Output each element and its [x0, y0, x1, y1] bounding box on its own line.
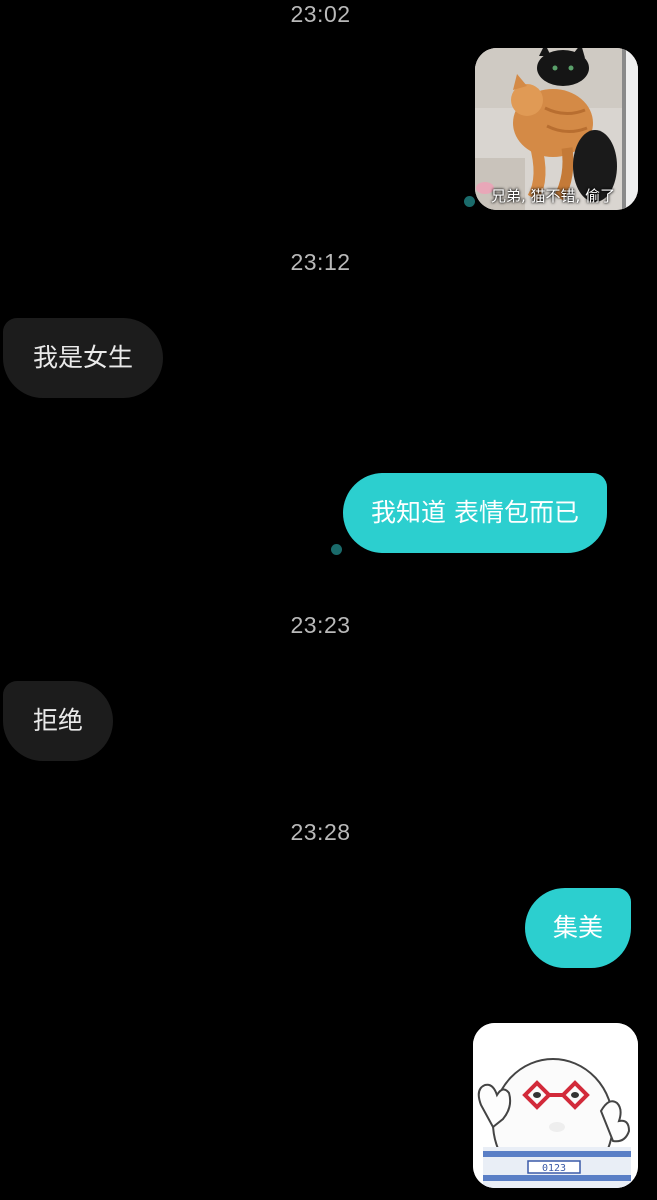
sent-message-bubble[interactable]: 我知道 表情包而已: [343, 473, 607, 553]
read-status-dot: [331, 544, 342, 555]
image-caption: 兄弟, 猫不错, 偷了: [491, 187, 616, 205]
timestamp: 23:23: [290, 612, 351, 638]
timestamp: 23:12: [290, 249, 351, 275]
sent-message-bubble[interactable]: 集美: [525, 888, 632, 968]
sent-image-message[interactable]: 0123: [473, 1023, 638, 1188]
read-status-dot: [464, 196, 475, 207]
received-message-bubble[interactable]: 我是女生: [3, 318, 164, 398]
timestamp: 23:28: [290, 819, 351, 845]
sent-image-message[interactable]: 兄弟, 猫不错, 偷了: [475, 48, 638, 210]
timestamp: 23:02: [290, 1, 351, 27]
cup-label: 0123: [542, 1163, 566, 1174]
glasses-meme-image: 0123: [473, 1023, 638, 1188]
received-message-bubble[interactable]: 拒绝: [3, 681, 114, 761]
